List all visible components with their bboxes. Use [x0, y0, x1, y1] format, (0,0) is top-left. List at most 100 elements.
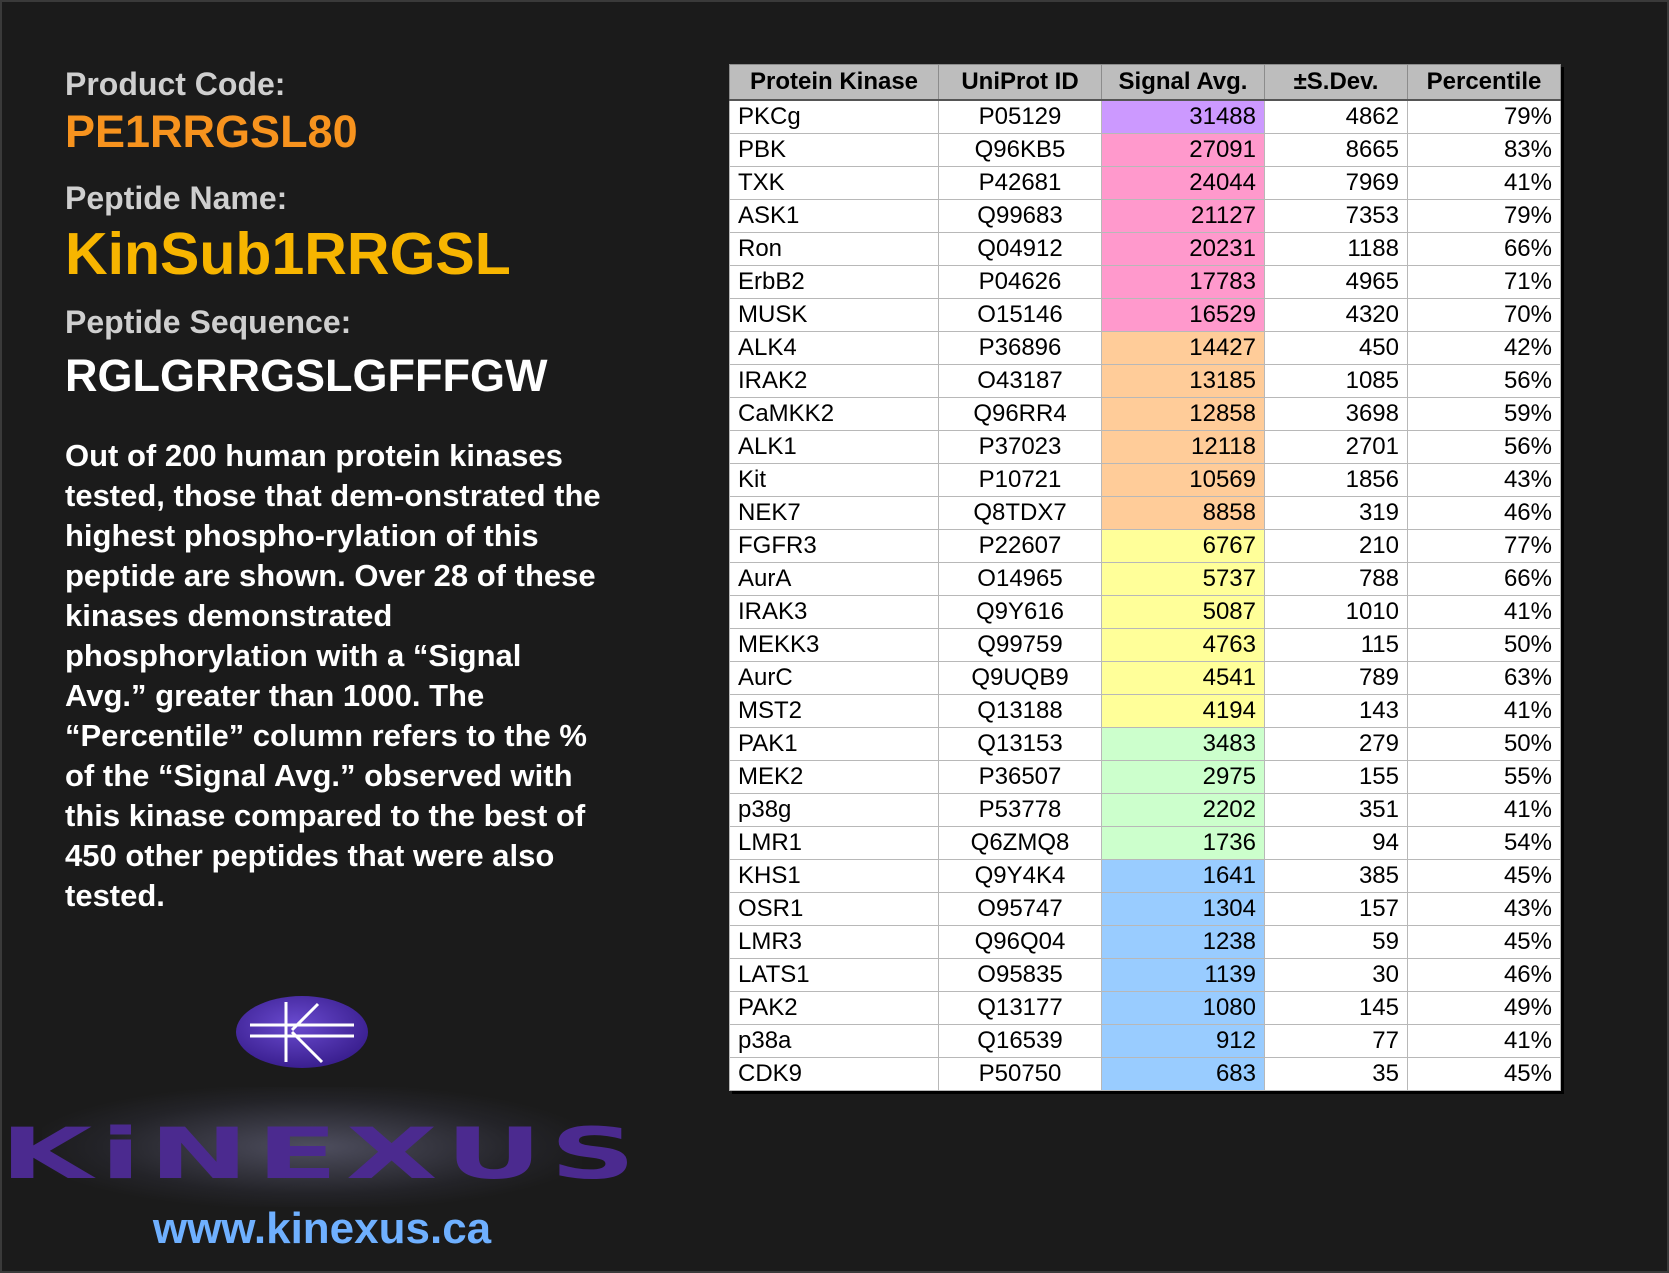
table-row: LMR1 Q6ZMQ8 1736 94 54% — [729, 826, 1561, 860]
header-percentile: Percentile — [1407, 64, 1561, 101]
table-row: ALK4 P36896 14427 450 42% — [729, 331, 1561, 365]
cell-std-dev: 59 — [1264, 925, 1408, 959]
cell-percentile: 45% — [1407, 1057, 1561, 1091]
cell-std-dev: 4320 — [1264, 298, 1408, 332]
table-row: ALK1 P37023 12118 2701 56% — [729, 430, 1561, 464]
table-row: LMR3 Q96Q04 1238 59 45% — [729, 925, 1561, 959]
cell-uniprot: Q04912 — [938, 232, 1102, 266]
header-protein-kinase: Protein Kinase — [729, 64, 939, 101]
cell-std-dev: 115 — [1264, 628, 1408, 662]
cell-signal-avg: 2202 — [1101, 793, 1265, 827]
table-row: FGFR3 P22607 6767 210 77% — [729, 529, 1561, 563]
cell-kinase: AurC — [729, 661, 939, 695]
cell-uniprot: Q8TDX7 — [938, 496, 1102, 530]
cell-signal-avg: 4763 — [1101, 628, 1265, 662]
cell-signal-avg: 4541 — [1101, 661, 1265, 695]
cell-std-dev: 77 — [1264, 1024, 1408, 1058]
cell-std-dev: 155 — [1264, 760, 1408, 794]
table-row: ASK1 Q99683 21127 7353 79% — [729, 199, 1561, 233]
cell-std-dev: 94 — [1264, 826, 1408, 860]
cell-std-dev: 157 — [1264, 892, 1408, 926]
cell-uniprot: Q16539 — [938, 1024, 1102, 1058]
cell-kinase: CaMKK2 — [729, 397, 939, 431]
cell-signal-avg: 27091 — [1101, 133, 1265, 167]
website-url[interactable]: www.kinexus.ca — [52, 1204, 592, 1254]
cell-percentile: 55% — [1407, 760, 1561, 794]
cell-uniprot: Q96Q04 — [938, 925, 1102, 959]
cell-std-dev: 319 — [1264, 496, 1408, 530]
table-row: PBK Q96KB5 27091 8665 83% — [729, 133, 1561, 167]
table-row: PAK2 Q13177 1080 145 49% — [729, 991, 1561, 1025]
cell-signal-avg: 1080 — [1101, 991, 1265, 1025]
cell-percentile: 41% — [1407, 793, 1561, 827]
cell-percentile: 71% — [1407, 265, 1561, 299]
table-row: p38a Q16539 912 77 41% — [729, 1024, 1561, 1058]
slide-frame: Product Code: PE1RRGSL80 Peptide Name: K… — [0, 0, 1669, 1273]
cell-percentile: 66% — [1407, 562, 1561, 596]
cell-std-dev: 30 — [1264, 958, 1408, 992]
cell-kinase: Ron — [729, 232, 939, 266]
cell-uniprot: O15146 — [938, 298, 1102, 332]
cell-signal-avg: 13185 — [1101, 364, 1265, 398]
cell-uniprot: O43187 — [938, 364, 1102, 398]
cell-uniprot: P22607 — [938, 529, 1102, 563]
cell-percentile: 56% — [1407, 430, 1561, 464]
cell-uniprot: P36507 — [938, 760, 1102, 794]
cell-std-dev: 4965 — [1264, 265, 1408, 299]
cell-signal-avg: 16529 — [1101, 298, 1265, 332]
cell-kinase: PBK — [729, 133, 939, 167]
cell-kinase: OSR1 — [729, 892, 939, 926]
cell-kinase: PAK2 — [729, 991, 939, 1025]
table-row: OSR1 O95747 1304 157 43% — [729, 892, 1561, 926]
cell-percentile: 79% — [1407, 99, 1561, 134]
cell-percentile: 49% — [1407, 991, 1561, 1025]
cell-kinase: ErbB2 — [729, 265, 939, 299]
cell-std-dev: 7969 — [1264, 166, 1408, 200]
table-body: PKCg P05129 31488 4862 79% PBK Q96KB5 27091 8665… — [729, 99, 1561, 1091]
cell-signal-avg: 1304 — [1101, 892, 1265, 926]
cell-uniprot: Q6ZMQ8 — [938, 826, 1102, 860]
cell-std-dev: 385 — [1264, 859, 1408, 893]
cell-std-dev: 279 — [1264, 727, 1408, 761]
cell-std-dev: 1856 — [1264, 463, 1408, 497]
cell-std-dev: 3698 — [1264, 397, 1408, 431]
cell-percentile: 56% — [1407, 364, 1561, 398]
cell-uniprot: Q96KB5 — [938, 133, 1102, 167]
peptide-name: KinSub1RRGSL — [65, 221, 511, 287]
cell-std-dev: 35 — [1264, 1057, 1408, 1091]
cell-uniprot: O95835 — [938, 958, 1102, 992]
cell-percentile: 77% — [1407, 529, 1561, 563]
kinexus-wordmark: KiNEXUS — [0, 1112, 644, 1195]
cell-kinase: MST2 — [729, 694, 939, 728]
table-row: MUSK O15146 16529 4320 70% — [729, 298, 1561, 332]
cell-std-dev: 351 — [1264, 793, 1408, 827]
cell-uniprot: P05129 — [938, 99, 1102, 134]
cell-signal-avg: 10569 — [1101, 463, 1265, 497]
cell-kinase: IRAK2 — [729, 364, 939, 398]
cell-signal-avg: 17783 — [1101, 265, 1265, 299]
cell-std-dev: 145 — [1264, 991, 1408, 1025]
header-uniprot-id: UniProt ID — [938, 64, 1102, 101]
cell-percentile: 59% — [1407, 397, 1561, 431]
cell-uniprot: Q9Y4K4 — [938, 859, 1102, 893]
cell-percentile: 54% — [1407, 826, 1561, 860]
table-row: IRAK3 Q9Y616 5087 1010 41% — [729, 595, 1561, 629]
cell-percentile: 46% — [1407, 958, 1561, 992]
cell-percentile: 70% — [1407, 298, 1561, 332]
cell-signal-avg: 31488 — [1101, 99, 1265, 134]
cell-std-dev: 8665 — [1264, 133, 1408, 167]
cell-uniprot: O95747 — [938, 892, 1102, 926]
cell-signal-avg: 2975 — [1101, 760, 1265, 794]
peptide-sequence: RGLGRRGSLGFFFGW — [65, 350, 548, 401]
cell-signal-avg: 12858 — [1101, 397, 1265, 431]
cell-signal-avg: 24044 — [1101, 166, 1265, 200]
cell-kinase: ALK4 — [729, 331, 939, 365]
kinexus-k-icon — [236, 996, 368, 1068]
cell-std-dev: 4862 — [1264, 99, 1408, 134]
cell-signal-avg: 3483 — [1101, 727, 1265, 761]
cell-percentile: 46% — [1407, 496, 1561, 530]
cell-kinase: NEK7 — [729, 496, 939, 530]
cell-kinase: KHS1 — [729, 859, 939, 893]
table-row: AurC Q9UQB9 4541 789 63% — [729, 661, 1561, 695]
cell-signal-avg: 5087 — [1101, 595, 1265, 629]
